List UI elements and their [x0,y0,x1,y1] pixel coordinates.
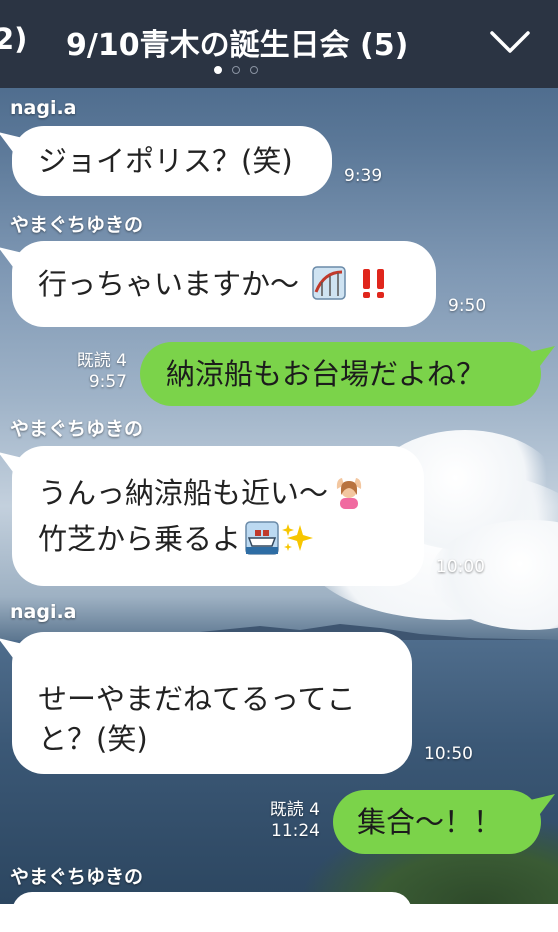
double-exclamation-icon [363,269,385,298]
sender-name: やまぐちゆきの [10,866,144,888]
message-time: 10:00 [436,557,485,577]
woman-ok-gesture-icon [336,478,362,509]
chat-title[interactable]: 9/10青木の誕生日会 (5) [66,20,408,64]
message-line: うんっ納涼船も近い〜 [38,470,398,516]
message-time: 11:24 [271,821,320,841]
message-bubble[interactable]: せーやまだねてるってこ と？(笑) [12,632,412,774]
message-text: 竹芝から乗るよ [38,522,242,556]
message-bubble-outgoing[interactable]: 納涼船もお台場だよね？ [140,342,541,406]
page-dot [250,66,258,74]
message-text: ジョイポリス？(笑) [38,144,293,178]
page-dot [214,66,222,74]
message-bubble[interactable]: ジョイポリス？(笑) [12,126,332,196]
message-text: 集合〜！！ [357,805,503,839]
message-bubble[interactable] [12,892,412,932]
message-text: 納涼船もお台場だよね？ [166,357,486,391]
read-status: 既読 4 [76,351,127,371]
page-dot [232,66,240,74]
ship-icon [245,521,279,555]
back-unread-count[interactable]: 2) [0,22,27,56]
sender-name: nagi.a [10,601,77,623]
roller-coaster-icon [312,266,346,300]
read-receipt: 既読 4 11:24 [270,800,320,842]
sender-name: やまぐちゆきの [10,214,144,236]
message-line: 竹芝から乗るよ [38,516,398,562]
message-text: うんっ納涼船も近い〜 [38,476,329,510]
message-text: せーやまだねてるってこ [38,682,356,716]
page-indicator [214,66,258,74]
message-text: と？(笑) [38,722,148,756]
sender-name: やまぐちゆきの [10,418,144,440]
sender-name: nagi.a [10,97,77,119]
message-time: 9:57 [88,372,127,392]
message-bubble[interactable]: 行っちゃいますか〜 [12,241,436,327]
chevron-down-icon[interactable] [489,27,531,57]
message-time: 10:50 [424,744,473,764]
message-time: 9:39 [344,166,383,186]
sparkles-icon [282,524,314,551]
read-receipt: 既読 4 9:57 [77,351,127,393]
read-status: 既読 4 [269,800,320,820]
message-text: 行っちゃいますか〜 [38,267,300,301]
message-bubble[interactable]: うんっ納涼船も近い〜 竹芝から乗るよ [12,446,424,586]
chat-header: 2) 9/10青木の誕生日会 (5) [0,0,558,88]
message-time: 9:50 [448,296,487,316]
message-bubble-outgoing[interactable]: 集合〜！！ [333,790,541,854]
